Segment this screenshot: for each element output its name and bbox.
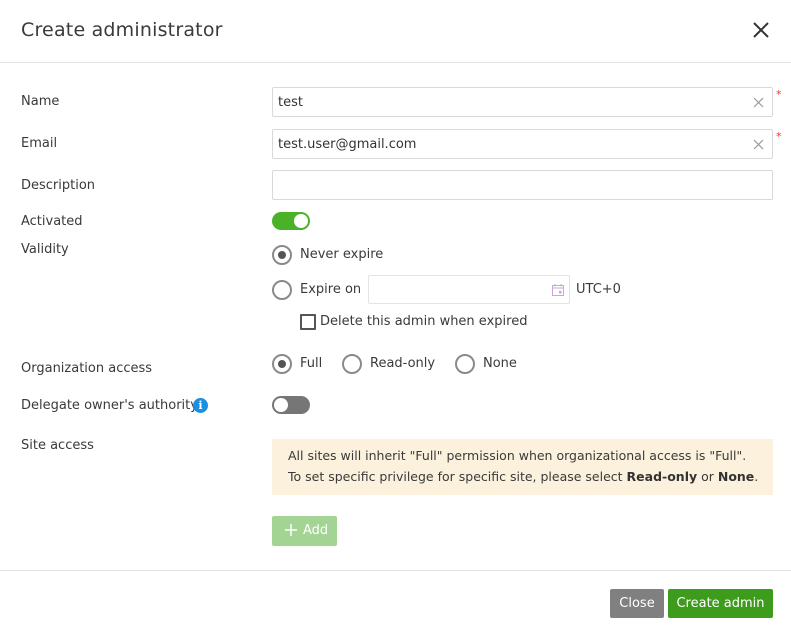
add-label: Add [303,523,329,538]
notice-line-2: To set specific privilege for specific s… [288,469,759,484]
org-access-readonly-radio[interactable] [342,354,362,374]
validity-label: Validity [21,242,69,257]
org-access-full-label: Full [300,356,323,371]
calendar-icon[interactable] [551,283,565,297]
organization-access-label: Organization access [21,361,153,376]
name-value: test [278,95,303,110]
org-access-none-label: None [483,356,517,371]
site-access-notice: All sites will inherit "Full" permission… [272,439,773,495]
name-label: Name [21,94,60,109]
toggle-knob [294,214,308,228]
expire-on-radio[interactable] [272,280,292,300]
delegate-label: Delegate owner's authority [21,398,198,413]
timezone-label: UTC+0 [576,282,621,297]
required-mark: * [776,130,782,143]
never-expire-label: Never expire [300,247,384,262]
delete-when-expired-checkbox[interactable] [300,314,316,330]
name-field[interactable]: test [272,87,773,117]
delegate-toggle[interactable] [272,396,310,414]
required-mark: * [776,88,782,101]
expire-date-input[interactable] [368,275,570,304]
activated-label: Activated [21,214,83,229]
toggle-knob [274,398,288,412]
clear-icon[interactable] [752,96,765,109]
email-label: Email [21,136,58,151]
activated-toggle[interactable] [272,212,310,230]
plus-icon [285,524,297,536]
description-field[interactable] [272,170,773,200]
notice-line-1: All sites will inherit "Full" permission… [288,448,747,463]
close-icon[interactable] [750,19,772,41]
info-icon[interactable]: i [193,398,208,413]
expire-on-label: Expire on [300,282,362,297]
close-button[interactable]: Close [610,589,664,618]
add-site-button[interactable]: Add [272,516,337,546]
never-expire-radio[interactable] [272,245,292,265]
description-label: Description [21,178,96,193]
org-access-full-radio[interactable] [272,354,292,374]
org-access-none-radio[interactable] [455,354,475,374]
org-access-readonly-label: Read-only [370,356,436,371]
email-value: test.user@gmail.com [278,137,417,152]
delete-when-expired-label: Delete this admin when expired [320,314,528,329]
clear-icon[interactable] [752,138,765,151]
email-field[interactable]: test.user@gmail.com [272,129,773,159]
dialog-title: Create administrator [21,19,223,41]
site-access-label: Site access [21,438,94,453]
footer-divider [0,570,791,571]
create-admin-button[interactable]: Create admin [668,589,773,618]
dialog-header: Create administrator [0,0,791,63]
